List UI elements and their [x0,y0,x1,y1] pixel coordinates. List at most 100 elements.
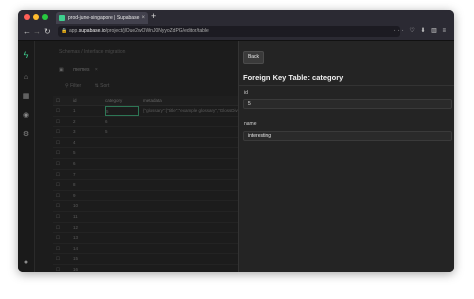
cell-category[interactable] [105,233,139,243]
cell-id[interactable]: 15 [73,254,103,264]
table-row[interactable]: ☐ 11 [53,212,238,223]
close-window-icon[interactable] [24,14,30,20]
cell-category[interactable] [105,180,139,190]
table-row[interactable]: ☐ 6 [53,159,238,170]
row-checkbox[interactable]: ☐ [56,223,70,233]
cell-category[interactable] [105,244,139,254]
cell-category[interactable] [105,148,139,158]
row-checkbox[interactable]: ☐ [56,244,70,254]
row-checkbox[interactable]: ☐ [56,159,70,169]
column-header-metadata[interactable]: metadata [143,96,238,105]
cell-metadata[interactable] [143,159,238,169]
cell-metadata[interactable] [143,265,238,272]
cell-id[interactable]: 14 [73,244,103,254]
row-checkbox[interactable]: ☐ [56,127,70,137]
table-row[interactable]: ☐ 5 [53,148,238,159]
cell-category[interactable]: 5 [105,127,139,137]
row-checkbox[interactable]: ☐ [56,117,70,127]
table-row[interactable]: ☐ 13 [53,233,238,244]
table-editor-icon[interactable]: ▦ [22,93,30,101]
sidebar-toggle-icon[interactable]: ▣ [59,67,64,73]
row-checkbox[interactable]: ☐ [56,201,70,211]
maximize-window-icon[interactable] [42,14,48,20]
cell-id[interactable]: 6 [73,159,103,169]
filter-button[interactable]: Filter [70,83,81,89]
row-checkbox[interactable]: ☐ [56,233,70,243]
cell-id[interactable]: 12 [73,223,103,233]
row-checkbox[interactable]: ☐ [56,191,70,201]
cell-id[interactable]: 3 [73,127,103,137]
field-value-name[interactable]: interesting [243,131,452,141]
cell-metadata[interactable] [143,233,238,243]
cell-id[interactable]: 5 [73,148,103,158]
column-header-category[interactable]: category [105,96,139,105]
sort-button[interactable]: Sort [100,83,109,89]
cell-metadata[interactable] [143,138,238,148]
table-row[interactable]: ☐ 15 [53,254,238,265]
cell-id[interactable]: 16 [73,265,103,272]
cell-category[interactable] [105,201,139,211]
cell-category[interactable]: 6 [105,117,139,127]
toolbar-icons[interactable]: ··· ♡ ⬇ ▥ ≡ [394,27,448,34]
row-checkbox[interactable]: ☐ [56,254,70,264]
table-tab[interactable]: ▣ memes × [59,67,98,73]
minimize-window-icon[interactable] [33,14,39,20]
cell-id[interactable]: 4 [73,138,103,148]
table-row[interactable]: ☐ 4 [53,138,238,149]
cell-metadata[interactable] [143,212,238,222]
row-checkbox[interactable]: ☐ [56,265,70,272]
cell-category[interactable] [105,254,139,264]
reload-icon[interactable]: ↻ [44,27,51,36]
cell-metadata[interactable] [143,201,238,211]
cell-id[interactable]: 7 [73,170,103,180]
table-row[interactable]: ☐ 8 [53,180,238,191]
cell-category[interactable]: 5 [105,106,139,116]
table-row[interactable]: ☐ 9 [53,191,238,202]
settings-icon[interactable]: ⚙ [22,131,30,139]
browser-tab[interactable]: prod-june-singapore | Supabase × [56,12,148,24]
cell-id[interactable]: 9 [73,191,103,201]
cell-metadata[interactable]: {"glossary":{"title":"example glossary",… [143,106,238,116]
table-row[interactable]: ☐ 12 [53,223,238,234]
row-checkbox[interactable]: ☐ [56,212,70,222]
row-checkbox-header[interactable]: ☐ [56,96,70,105]
field-value-id[interactable]: 5 [243,99,452,109]
row-checkbox[interactable]: ☐ [56,180,70,190]
cell-metadata[interactable] [143,170,238,180]
cell-category[interactable] [105,159,139,169]
cell-metadata[interactable] [143,180,238,190]
table-row[interactable]: ☐ 7 [53,170,238,181]
cell-category[interactable] [105,191,139,201]
tab-close-icon[interactable]: × [141,12,145,24]
row-checkbox[interactable]: ☐ [56,138,70,148]
cell-id[interactable]: 11 [73,212,103,222]
cell-id[interactable]: 13 [73,233,103,243]
cell-category[interactable] [105,265,139,272]
column-header-id[interactable]: id [73,96,103,105]
cell-category[interactable] [105,223,139,233]
back-arrow-icon[interactable]: ← [23,27,31,36]
row-checkbox[interactable]: ☐ [56,170,70,180]
cell-id[interactable]: 8 [73,180,103,190]
database-icon[interactable]: ◉ [22,112,30,120]
cell-id[interactable]: 2 [73,117,103,127]
cell-metadata[interactable] [143,244,238,254]
row-checkbox[interactable]: ☐ [56,106,70,116]
cell-category[interactable] [105,212,139,222]
cell-metadata[interactable] [143,148,238,158]
cell-id[interactable]: 1 [73,106,103,116]
supabase-logo-icon[interactable]: ϟ [22,51,30,60]
table-row[interactable]: ☐ 1 5 {"glossary":{"title":"example glossar… [53,106,238,117]
cell-metadata[interactable] [143,127,238,137]
cell-id[interactable]: 10 [73,201,103,211]
back-button[interactable]: Back [243,51,264,64]
table-row[interactable]: ☐ 3 5 [53,127,238,138]
row-checkbox[interactable]: ☐ [56,148,70,158]
cell-metadata[interactable] [143,254,238,264]
url-bar[interactable]: 🔒 app.supabase.io/project/jlOue2wOWnJ0Nyy… [58,26,400,37]
tab-close-icon[interactable]: × [95,67,98,73]
forward-arrow-icon[interactable]: → [33,27,41,36]
cell-metadata[interactable] [143,223,238,233]
cell-metadata[interactable] [143,117,238,127]
cell-category[interactable] [105,138,139,148]
